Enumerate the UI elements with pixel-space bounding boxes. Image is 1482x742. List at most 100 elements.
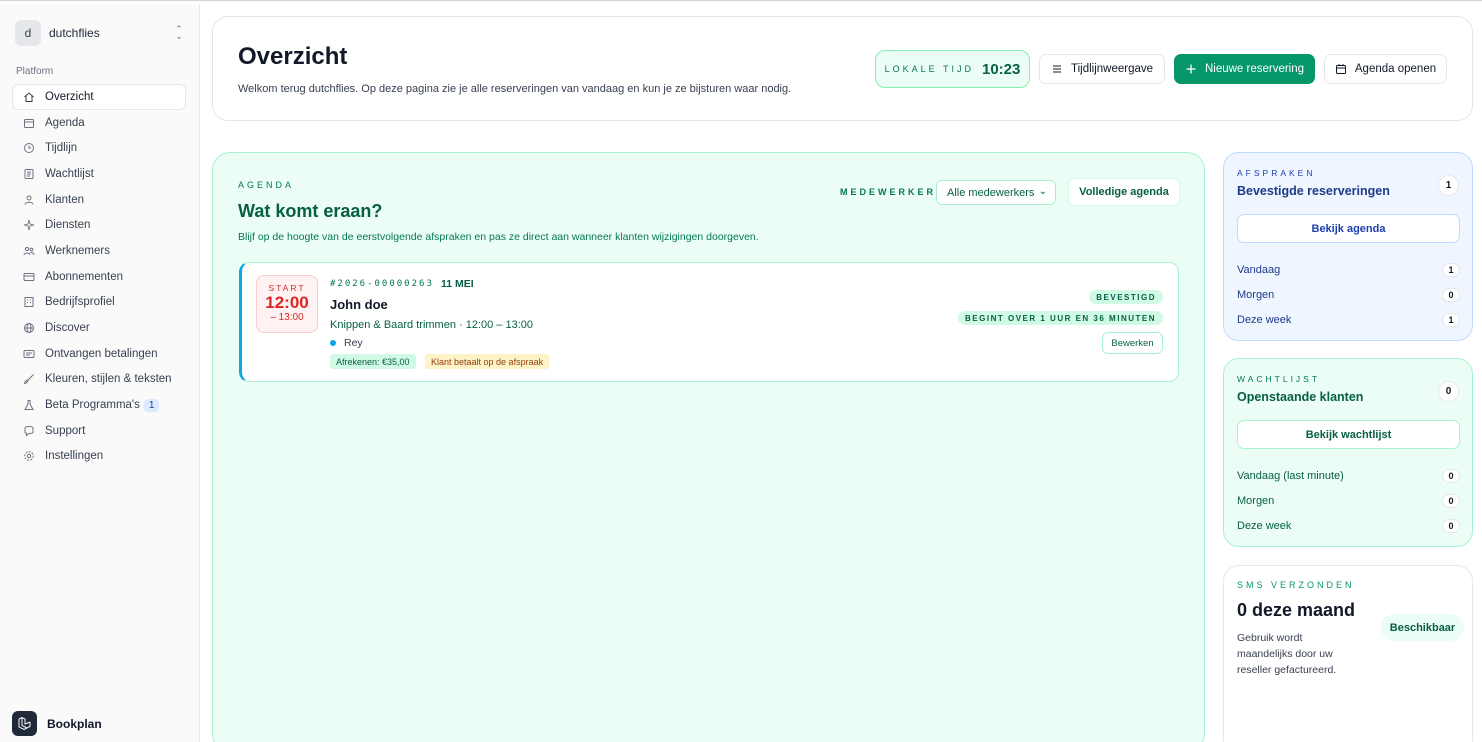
sidebar-item-klanten[interactable]: Klanten — [12, 187, 186, 213]
stat-row-tomorrow: Morgen 0 — [1237, 288, 1460, 302]
list-icon — [23, 168, 35, 180]
sidebar-item-label: Instellingen — [45, 450, 104, 463]
view-agenda-button[interactable]: Bekijk agenda — [1237, 214, 1460, 243]
stat-label: Vandaag (last minute) — [1237, 470, 1344, 482]
sidebar-item-beta-programmas[interactable]: Beta Programma's 1 — [12, 392, 186, 418]
payment-amount-tag: Afrekenen: €35,00 — [330, 354, 416, 369]
agenda-subtitle: Blijf op de hoogte van de eerstvolgende … — [238, 231, 759, 243]
card-eyebrow: AFSPRAKEN — [1237, 168, 1316, 178]
agenda-eyebrow: AGENDA — [238, 180, 295, 190]
sidebar-item-wachtlijst[interactable]: Wachtlijst — [12, 161, 186, 187]
beta-count-badge: 1 — [143, 398, 160, 412]
open-agenda-label: Agenda openen — [1354, 63, 1437, 75]
stat-row-today: Vandaag (last minute) 0 — [1237, 469, 1460, 483]
payment-method-tag: Klant betaalt op de afspraak — [425, 354, 550, 369]
sidebar-item-kleuren[interactable]: Kleuren, stijlen & teksten — [12, 367, 186, 393]
stat-row-tomorrow: Morgen 0 — [1237, 494, 1460, 508]
sidebar-item-ontvangen-betalingen[interactable]: Ontvangen betalingen — [12, 341, 186, 367]
sidebar-item-bedrijfsprofiel[interactable]: Bedrijfsprofiel — [12, 290, 186, 316]
full-agenda-button[interactable]: Volledige agenda — [1068, 178, 1180, 206]
sidebar-item-tijdlijn[interactable]: Tijdlijn — [12, 135, 186, 161]
sidebar-item-label: Wachtlijst — [45, 167, 94, 180]
view-waitlist-button[interactable]: Bekijk wachtlijst — [1237, 420, 1460, 449]
employee-filter-select[interactable]: Alle medewerkers ⌄ — [936, 180, 1056, 205]
appointment-start-box: START 12:00 – 13:00 — [256, 275, 318, 333]
local-time-value: 10:23 — [981, 60, 1021, 78]
appointment-card[interactable]: START 12:00 – 13:00 #2026-00000263 11 ME… — [239, 262, 1179, 382]
card-count: 0 — [1438, 381, 1459, 402]
brush-icon — [23, 373, 35, 385]
sidebar-item-label: Diensten — [45, 219, 91, 232]
sms-availability-badge: Beschikbaar — [1381, 614, 1464, 641]
sidebar-item-label: Agenda — [45, 116, 85, 129]
home-icon — [23, 91, 35, 103]
chevron-up-down-icon: ⌃ ⌄ — [175, 24, 183, 41]
sidebar-item-label: Abonnementen — [45, 270, 124, 283]
brand[interactable]: Bookplan — [12, 711, 102, 736]
sidebar-item-overzicht[interactable]: Overzicht — [12, 84, 186, 110]
stat-value: 0 — [1442, 519, 1460, 533]
stat-row-week: Deze week 0 — [1237, 519, 1460, 533]
chat-icon — [23, 425, 35, 437]
agenda-title: Wat komt eraan? — [238, 201, 383, 221]
sidebar-item-abonnementen[interactable]: Abonnementen — [12, 264, 186, 290]
appointment-employee: Rey — [330, 337, 363, 349]
timeline-view-button[interactable]: Tijdlijnweergave — [1039, 54, 1165, 84]
brand-name: Bookplan — [47, 716, 102, 731]
start-time: 12:00 — [265, 293, 309, 312]
sidebar-item-label: Bedrijfsprofiel — [45, 296, 115, 309]
flask-icon — [23, 399, 35, 411]
sidebar-item-label: Klanten — [45, 193, 85, 206]
clock-icon — [23, 142, 35, 154]
sidebar-item-label: Ontvangen betalingen — [45, 347, 158, 360]
end-time: – 13:00 — [270, 312, 304, 323]
card-title: Openstaande klanten — [1237, 390, 1364, 404]
header-card: Overzicht Welkom terug dutchflies. Op de… — [212, 16, 1473, 121]
employee-filter-label: MEDEWERKER — [840, 187, 937, 197]
status-badge: BEVESTIGD — [1089, 290, 1163, 304]
sidebar-item-diensten[interactable]: Diensten — [12, 212, 186, 238]
sms-card: SMS VERZONDEN 0 deze maand Gebruik wordt… — [1223, 565, 1473, 742]
employee-filter-value: Alle medewerkers — [947, 186, 1035, 199]
waitlist-card: WACHTLIJST Openstaande klanten 0 Bekijk … — [1223, 358, 1473, 547]
timeline-view-label: Tijdlijnweergave — [1070, 63, 1154, 75]
new-reservation-button[interactable]: Nieuwe reservering — [1174, 54, 1315, 84]
team-switcher[interactable]: d dutchflies ⌃ ⌄ — [15, 19, 185, 47]
sidebar-item-label: Overzicht — [45, 90, 94, 103]
sidebar-item-label: Kleuren, stijlen & teksten — [45, 373, 172, 386]
sidebar-item-werknemers[interactable]: Werknemers — [12, 238, 186, 264]
globe-icon — [23, 322, 35, 334]
employee-name: Rey — [344, 337, 363, 349]
sidebar-item-label: Tijdlijn — [45, 142, 78, 155]
team-icon — [23, 245, 35, 257]
credit-card-icon — [23, 271, 35, 283]
stat-value: 0 — [1442, 288, 1460, 302]
new-reservation-label: Nieuwe reservering — [1204, 63, 1305, 75]
edit-appointment-button[interactable]: Bewerken — [1102, 332, 1163, 354]
team-avatar: d — [15, 20, 41, 46]
stat-label: Morgen — [1237, 495, 1275, 507]
appointment-date: 11 MEI — [441, 278, 474, 290]
sidebar: d dutchflies ⌃ ⌄ Platform Overzicht Agend… — [0, 4, 200, 742]
calendar-icon — [1335, 64, 1346, 74]
sidebar-item-instellingen[interactable]: Instellingen — [12, 444, 186, 470]
stat-value: 1 — [1442, 263, 1460, 277]
card-count: 1 — [1438, 175, 1459, 196]
chevron-down-icon: ⌄ — [1038, 186, 1047, 197]
stat-value: 0 — [1442, 469, 1460, 483]
page-subtitle: Welkom terug dutchflies. Op deze pagina … — [238, 83, 792, 95]
stat-label: Morgen — [1237, 289, 1275, 301]
card-title: Bevestigde reserveringen — [1237, 184, 1390, 198]
stat-label: Deze week — [1237, 314, 1292, 326]
sidebar-item-agenda[interactable]: Agenda — [12, 110, 186, 136]
appointment-id: #2026-00000263 — [330, 279, 434, 289]
sidebar-item-support[interactable]: Support — [12, 418, 186, 444]
stat-row-today: Vandaag 1 — [1237, 263, 1460, 277]
countdown-badge: BEGINT OVER 1 UUR EN 36 MINUTEN — [958, 311, 1163, 325]
sidebar-item-discover[interactable]: Discover — [12, 315, 186, 341]
local-time-label: LOKALE TIJD — [884, 64, 974, 74]
stat-label: Vandaag — [1237, 264, 1281, 276]
open-agenda-button[interactable]: Agenda openen — [1324, 54, 1447, 84]
appointment-service: Knippen & Baard trimmen · 12:00 – 13:00 — [330, 319, 534, 331]
plus-icon — [1186, 64, 1196, 74]
